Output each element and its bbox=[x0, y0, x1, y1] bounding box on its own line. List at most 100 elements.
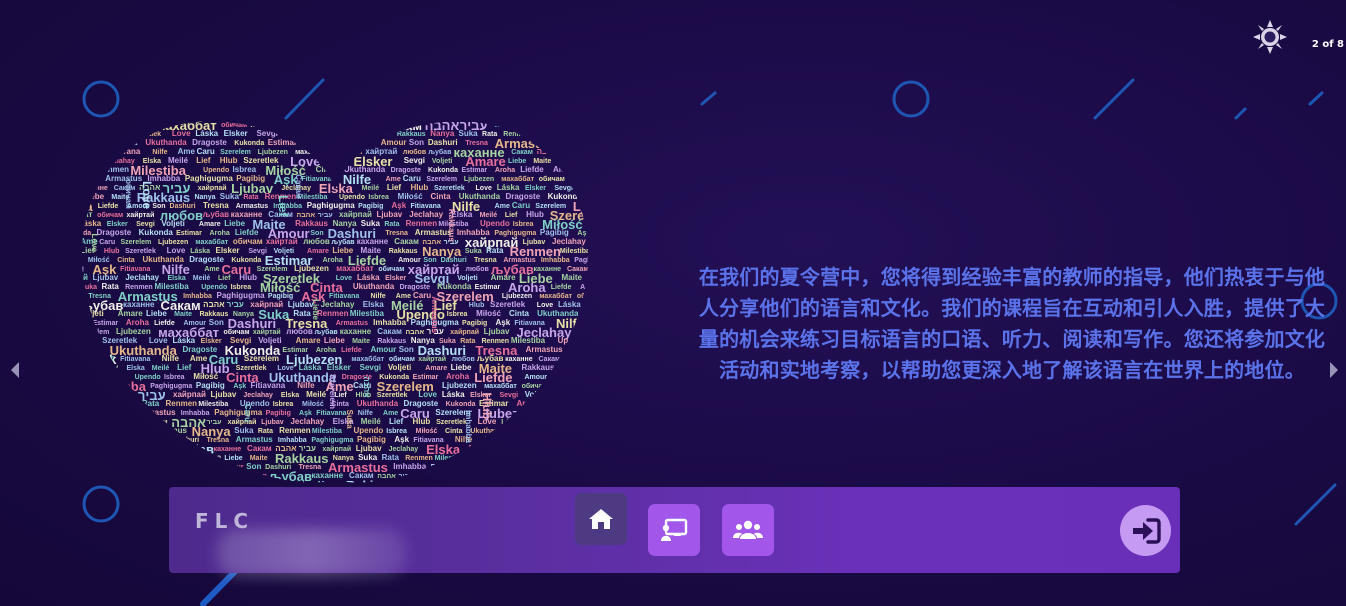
word-cloud-word: Lief bbox=[55, 336, 70, 345]
word-cloud-word: Aşk bbox=[510, 462, 525, 471]
word-cloud-word: Son bbox=[246, 462, 261, 471]
word-cloud-word: Liebe bbox=[343, 129, 364, 138]
word-cloud-word: Nanya bbox=[92, 399, 117, 408]
word-cloud-word: Caru bbox=[243, 404, 252, 422]
word-cloud-word: Voljeti bbox=[432, 158, 453, 165]
word-cloud-word: Upendo bbox=[477, 102, 507, 111]
word-cloud-word: Miłość bbox=[88, 140, 110, 147]
word-cloud-word: Cinta bbox=[117, 138, 138, 147]
word-cloud-word: Elska bbox=[599, 120, 615, 129]
word-cloud-word: אהבה bbox=[117, 392, 136, 399]
word-cloud-word: Renmen bbox=[55, 372, 87, 381]
brand-subtitle-blurred bbox=[217, 529, 407, 577]
word-cloud-word: Tresna bbox=[328, 113, 351, 120]
word-cloud-word: Ame bbox=[386, 176, 401, 183]
word-cloud-word: Ljubav bbox=[356, 444, 382, 453]
word-cloud-word: Rata bbox=[486, 246, 504, 255]
word-cloud-word: Aşk bbox=[233, 383, 246, 390]
word-cloud-word: Nanya bbox=[430, 129, 455, 138]
group-button[interactable] bbox=[722, 504, 774, 556]
word-cloud-word: любов bbox=[244, 472, 268, 480]
word-cloud-word: Imhabba bbox=[400, 113, 429, 120]
word-cloud-word: Love bbox=[140, 181, 154, 209]
word-cloud-word: Amour bbox=[249, 111, 275, 120]
home-button[interactable] bbox=[575, 493, 627, 545]
word-cloud-word: Meilé bbox=[55, 248, 73, 255]
word-cloud-word: Paghigugma bbox=[185, 174, 234, 183]
word-cloud-word: Rata bbox=[384, 221, 399, 228]
word-cloud-word: Szeretlek bbox=[130, 131, 161, 138]
word-cloud-word: Liebe bbox=[98, 426, 119, 435]
word-cloud-word: Imhabba bbox=[568, 345, 601, 354]
word-cloud-word: Ljubezen bbox=[563, 437, 593, 444]
word-cloud-word: Renmen bbox=[165, 399, 197, 408]
word-cloud-word: Lief bbox=[83, 129, 98, 138]
word-cloud-word: Paghigugma bbox=[597, 138, 615, 147]
word-cloud-word: Meilé bbox=[362, 185, 380, 192]
word-cloud-word: Renmen bbox=[97, 165, 129, 174]
word-cloud-word: Pagibig bbox=[540, 228, 569, 237]
word-cloud-word: Pagibig bbox=[476, 464, 501, 471]
word-cloud-word: Isbrea bbox=[233, 165, 257, 174]
word-cloud-word: љубав bbox=[316, 120, 343, 129]
deco-line bbox=[1093, 78, 1135, 120]
word-cloud-word: любов bbox=[288, 120, 315, 129]
word-cloud-word: Sevgi bbox=[499, 392, 518, 399]
word-cloud-word: עביר bbox=[398, 473, 413, 480]
theme-toggle-button[interactable] bbox=[1252, 19, 1288, 55]
word-cloud-word: Dragoste bbox=[512, 424, 568, 439]
word-cloud-word: Ame bbox=[495, 203, 510, 210]
word-cloud-word: Rakkaus bbox=[522, 363, 555, 372]
word-cloud-word: Armastus bbox=[55, 383, 87, 390]
word-cloud-word: Paghigugma bbox=[433, 113, 475, 120]
word-cloud-word: Voljeti bbox=[285, 131, 306, 138]
word-cloud-word: Armastus bbox=[336, 320, 368, 327]
word-cloud-word: Láska bbox=[76, 102, 99, 111]
word-cloud-word: хайрпай bbox=[173, 390, 206, 399]
word-cloud-word: Láska bbox=[79, 219, 102, 228]
word-cloud-word: Liefde bbox=[192, 464, 213, 471]
word-cloud-word: Amour bbox=[381, 138, 407, 147]
word-cloud-word: Liefde bbox=[217, 111, 241, 120]
word-cloud-word: Сакам bbox=[511, 149, 533, 156]
word-cloud-word: Love bbox=[476, 185, 492, 192]
word-cloud-word: Dragoste bbox=[55, 464, 85, 471]
word-cloud-word: Aroha bbox=[126, 318, 150, 327]
word-cloud-word: Liebe bbox=[224, 219, 245, 228]
word-cloud-word: Upendo bbox=[353, 426, 383, 435]
word-cloud-word: Voljeti bbox=[457, 275, 478, 282]
word-cloud-word: Nilfe bbox=[55, 239, 70, 246]
word-cloud-word: Sevgi bbox=[556, 417, 577, 426]
word-cloud-word: Ame bbox=[596, 464, 611, 471]
word-cloud-word: каханне bbox=[123, 300, 155, 309]
word-cloud-word: Miłość bbox=[193, 372, 218, 381]
word-cloud-word: Armastus bbox=[415, 228, 452, 237]
word-cloud-word: Dashuri bbox=[600, 165, 615, 174]
word-cloud-word: Amare bbox=[55, 424, 95, 439]
word-cloud-word: Hlub bbox=[598, 473, 614, 480]
login-button[interactable] bbox=[1120, 505, 1171, 556]
word-cloud-word: Liebe bbox=[588, 392, 606, 399]
word-cloud-word: хайртай bbox=[266, 237, 298, 246]
word-cloud-word: Ukuthanda bbox=[594, 102, 615, 111]
word-cloud-word: Meilé bbox=[607, 329, 615, 336]
word-cloud-word: Hlub bbox=[413, 417, 431, 426]
presentation-button[interactable] bbox=[648, 504, 700, 556]
word-cloud-word: Armastus bbox=[236, 435, 273, 444]
word-cloud-word: Liebe bbox=[245, 104, 263, 111]
word-cloud-word: Láska bbox=[195, 129, 218, 138]
word-cloud-word: Love bbox=[172, 129, 191, 138]
word-cloud-word: Milestiba bbox=[198, 401, 228, 408]
previous-slide-arrow-icon[interactable] bbox=[11, 362, 19, 378]
word-cloud-word: махаббат bbox=[539, 292, 572, 300]
word-cloud-word: Milestiba bbox=[312, 428, 342, 435]
word-cloud-word: Сакам bbox=[146, 419, 168, 426]
word-cloud-word: Voljeti bbox=[580, 183, 603, 192]
word-cloud-word: Love bbox=[418, 390, 437, 399]
word-cloud-word: Láska bbox=[497, 183, 520, 192]
word-cloud-word: Jeclahay bbox=[321, 300, 355, 309]
word-cloud-word: Láska bbox=[442, 390, 465, 399]
word-cloud-word: Isbrea bbox=[368, 194, 389, 201]
word-cloud-word: Ame bbox=[599, 320, 614, 327]
word-cloud-word: אהבה bbox=[537, 147, 559, 156]
